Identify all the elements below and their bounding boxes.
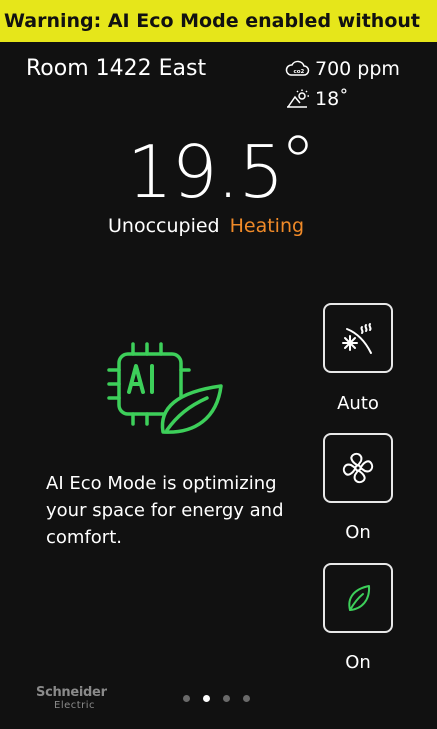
ai-chip-leaf-icon — [107, 342, 223, 434]
hvac-mode-button[interactable] — [323, 303, 393, 373]
co2-value: 700 ppm — [315, 58, 400, 80]
page-dot-2[interactable] — [203, 695, 210, 702]
eco-leaf-icon — [348, 585, 371, 611]
page-dot-1[interactable] — [183, 695, 190, 702]
fan-icon — [342, 452, 374, 484]
svg-text:co2: co2 — [294, 69, 305, 75]
degree-icon — [288, 135, 308, 155]
page-indicator[interactable] — [183, 695, 250, 702]
setpoint-temperature[interactable]: 19.5 — [127, 130, 284, 214]
status-row: Unoccupied Heating — [108, 215, 304, 237]
schneider-electric-logo: Schneider Electric — [36, 685, 126, 712]
outdoor-temp-readout: 18˚ — [285, 88, 349, 110]
co2-readout: co2 700 ppm — [285, 58, 400, 80]
outdoor-temp-value: 18˚ — [315, 88, 349, 110]
eco-mode-label: On — [345, 652, 371, 673]
eco-mode-message: AI Eco Mode is optimizing your space for… — [46, 473, 284, 548]
page-dot-4[interactable] — [243, 695, 250, 702]
logo-brand-main: Schneider — [36, 685, 107, 700]
fan-label: On — [345, 522, 371, 543]
logo-brand-sub: Electric — [54, 700, 96, 711]
fan-button[interactable] — [323, 433, 393, 503]
hvac-mode-label: Auto — [337, 393, 379, 414]
co2-cloud-icon: co2 — [285, 58, 311, 80]
thermostat-screen: Warning: AI Eco Mode enabled without Roo… — [0, 0, 437, 729]
eco-mode-button[interactable] — [323, 563, 393, 633]
room-name: Room 1422 East — [26, 56, 207, 81]
hvac-mode-status: Heating — [229, 215, 305, 237]
page-dot-3[interactable] — [223, 695, 230, 702]
warning-banner[interactable]: Warning: AI Eco Mode enabled without — [0, 0, 437, 42]
occupancy-status: Unoccupied — [108, 215, 220, 237]
outdoor-weather-icon — [285, 88, 311, 110]
heat-cool-mode-icon — [342, 323, 372, 354]
